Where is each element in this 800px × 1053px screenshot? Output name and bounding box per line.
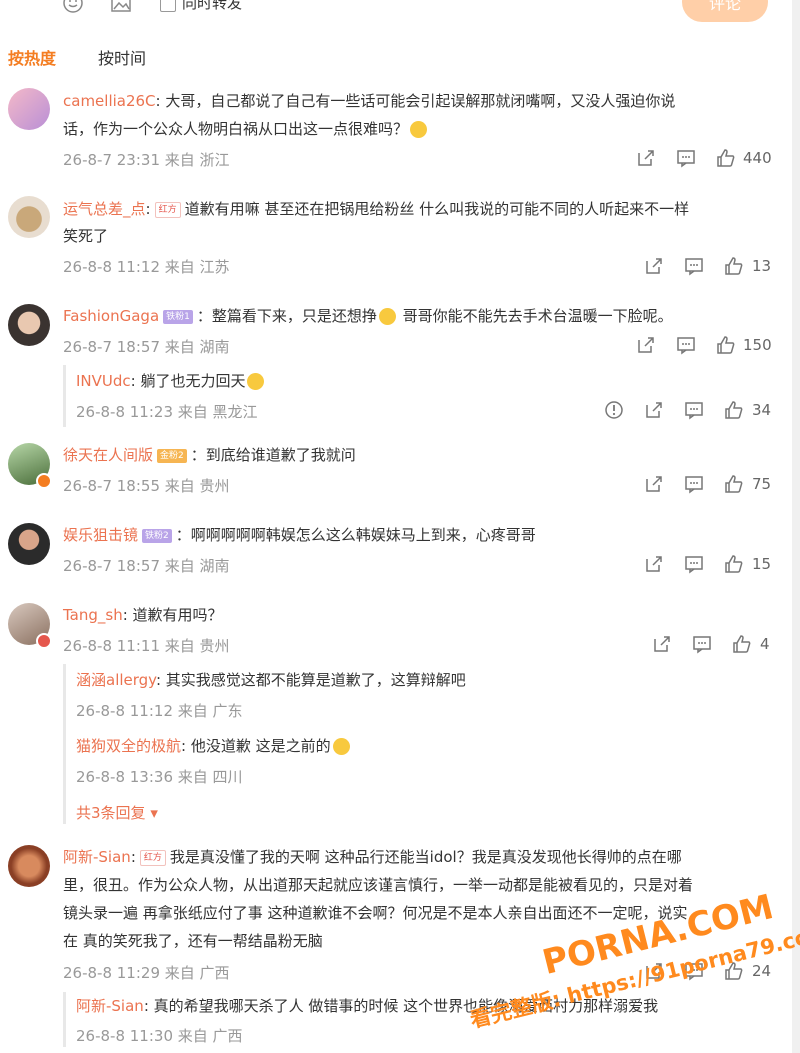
avatar[interactable]	[8, 845, 50, 887]
repost-icon[interactable]	[652, 634, 672, 654]
comment-text: ：整篇看下来，只是还想挣	[196, 307, 377, 325]
more-replies-label: 共3条回复	[76, 804, 146, 822]
like-count: 13	[752, 257, 772, 275]
reply-divider	[63, 365, 69, 427]
comment-meta: 26-8-7 18:57 来自 湖南	[63, 338, 230, 356]
comment-icon[interactable]	[676, 335, 696, 355]
like-count: 75	[752, 475, 772, 493]
comment-text: : 大哥，自己都说了自己有一些话可能会引起误解那就闭嘴啊，又没人强迫你说	[155, 92, 676, 110]
report-icon[interactable]	[604, 400, 624, 420]
more-replies-link[interactable]: 共3条回复 ▾	[76, 802, 158, 823]
verified-icon	[36, 633, 52, 649]
avatar[interactable]	[8, 196, 50, 238]
repost-icon[interactable]	[644, 554, 664, 574]
comment-text: ：到底给谁道歉了我就问	[190, 446, 356, 464]
reply-meta: 26-8-8 13:36 来自 四川	[76, 768, 243, 786]
like-icon[interactable]	[724, 256, 744, 276]
user-badge: 红方	[139, 849, 166, 866]
comment-icon[interactable]	[676, 148, 696, 168]
comment-text: 笑死了	[63, 227, 109, 245]
username[interactable]: 娱乐狙击镜	[63, 526, 138, 544]
like-count: 34	[752, 401, 772, 419]
reply-divider	[63, 664, 69, 824]
reply-text: : 躺了也无力回天	[130, 372, 246, 390]
username[interactable]: 运气总差_点	[63, 200, 146, 218]
like-count: 15	[752, 555, 772, 573]
like-icon[interactable]	[724, 400, 744, 420]
emoji-icon	[332, 738, 350, 755]
emoji-icon[interactable]	[62, 0, 84, 14]
comment-icon[interactable]	[692, 634, 712, 654]
like-icon[interactable]	[724, 554, 744, 574]
repost-checkbox[interactable]	[160, 0, 176, 12]
like-count: 24	[752, 962, 772, 980]
comment-icon[interactable]	[684, 554, 704, 574]
comment-icon[interactable]	[684, 400, 704, 420]
user-badge: 铁粉1	[163, 309, 193, 324]
comment-text: 哥哥你能不能先去手术台温暖一下脸呢。	[397, 307, 673, 325]
emoji-icon	[378, 308, 396, 325]
repost-icon[interactable]	[644, 474, 664, 494]
avatar[interactable]	[8, 523, 50, 565]
comment-text: ：啊啊啊啊啊韩娱怎么这么韩娱妹马上到来，心疼哥哥	[175, 526, 536, 544]
username[interactable]: Tang_sh	[63, 606, 123, 624]
username[interactable]: camellia26C	[63, 92, 156, 110]
reply-meta: 26-8-8 11:30 来自 广西	[76, 1027, 243, 1045]
comment-text: 道歉有用嘛 甚至还在把锅甩给粉丝 什么叫我说的可能不同的人听起来不一样	[184, 200, 690, 218]
reply-divider	[63, 992, 69, 1047]
user-badge: 铁粉2	[142, 528, 172, 543]
composer-toolbar: 同时转发 评论	[0, 0, 800, 30]
reply-meta: 26-8-8 11:12 来自 广东	[76, 702, 243, 720]
comment-meta: 26-8-8 11:12 来自 江苏	[63, 258, 230, 276]
reply-username[interactable]: 猫狗双全的极航	[76, 737, 181, 755]
emoji-icon	[247, 373, 265, 390]
tab-sort-time[interactable]: 按时间	[98, 45, 146, 69]
repost-icon[interactable]	[644, 400, 664, 420]
comment-text: 里，很丑。作为公众人物，从出道那天起就应该谨言慎行，一举一动都是能被看见的，只是…	[63, 876, 694, 894]
like-icon[interactable]	[716, 148, 736, 168]
comment-icon[interactable]	[684, 474, 704, 494]
repost-icon[interactable]	[644, 256, 664, 276]
repost-icon[interactable]	[636, 335, 656, 355]
comment-text: 我是真没懂了我的天啊 这种品行还能当idol？我是真没发现他长得帅的点在哪	[169, 848, 682, 866]
reply-username[interactable]: INVUdc	[76, 372, 131, 390]
comment-text: 镜头录一遍 再拿张纸应付了事 这种道歉谁不会啊？何况是不是本人亲自出面还不一定呢…	[63, 904, 688, 922]
like-icon[interactable]	[716, 335, 736, 355]
username[interactable]: FashionGaga	[63, 307, 159, 325]
repost-label: 同时转发	[182, 0, 243, 12]
avatar[interactable]	[8, 88, 50, 130]
like-icon[interactable]	[732, 634, 752, 654]
scrollbar-track[interactable]	[792, 0, 800, 1053]
submit-comment-button[interactable]: 评论	[682, 0, 768, 22]
reply-text: : 其实我感觉这都不能算是道歉了，这算辩解吧	[155, 671, 466, 689]
comment-icon[interactable]	[684, 256, 704, 276]
like-count: 440	[743, 149, 772, 167]
comment-text: : 道歉有用吗？	[122, 606, 223, 624]
tab-sort-hot[interactable]: 按热度	[8, 45, 56, 69]
like-icon[interactable]	[724, 474, 744, 494]
comment-meta: 26-8-8 11:29 来自 广西	[63, 964, 230, 982]
user-badge: 金粉2	[157, 448, 187, 463]
reply-meta: 26-8-8 11:23 来自 黑龙江	[76, 403, 258, 421]
username[interactable]: 阿新-Sian	[63, 848, 131, 866]
avatar[interactable]	[8, 304, 50, 346]
like-count: 150	[743, 336, 772, 354]
comment-meta: 26-8-8 11:11 来自 贵州	[63, 637, 230, 655]
comment-meta: 26-8-7 23:31 来自 浙江	[63, 151, 230, 169]
reply-text: : 他没道歉 这是之前的	[181, 737, 331, 755]
repost-icon[interactable]	[636, 148, 656, 168]
like-count: 4	[760, 635, 770, 653]
verified-icon	[36, 473, 52, 489]
emoji-icon	[410, 121, 428, 138]
chevron-down-icon: ▾	[145, 804, 158, 822]
comment-meta: 26-8-7 18:57 来自 湖南	[63, 557, 230, 575]
image-icon[interactable]	[110, 0, 132, 14]
comment-meta: 26-8-7 18:55 来自 贵州	[63, 477, 230, 495]
reply-username[interactable]: 阿新-Sian	[76, 997, 144, 1015]
comment-text: 话，作为一个公众人物明白祸从口出这一点很难吗？	[63, 120, 409, 138]
comment-text: 在 真的笑死我了，还有一帮结晶粉无脑	[63, 932, 323, 950]
username[interactable]: 徐天在人间版	[63, 446, 153, 464]
reply-username[interactable]: 涵涵allergy	[76, 671, 156, 689]
user-badge: 红方	[154, 201, 181, 218]
